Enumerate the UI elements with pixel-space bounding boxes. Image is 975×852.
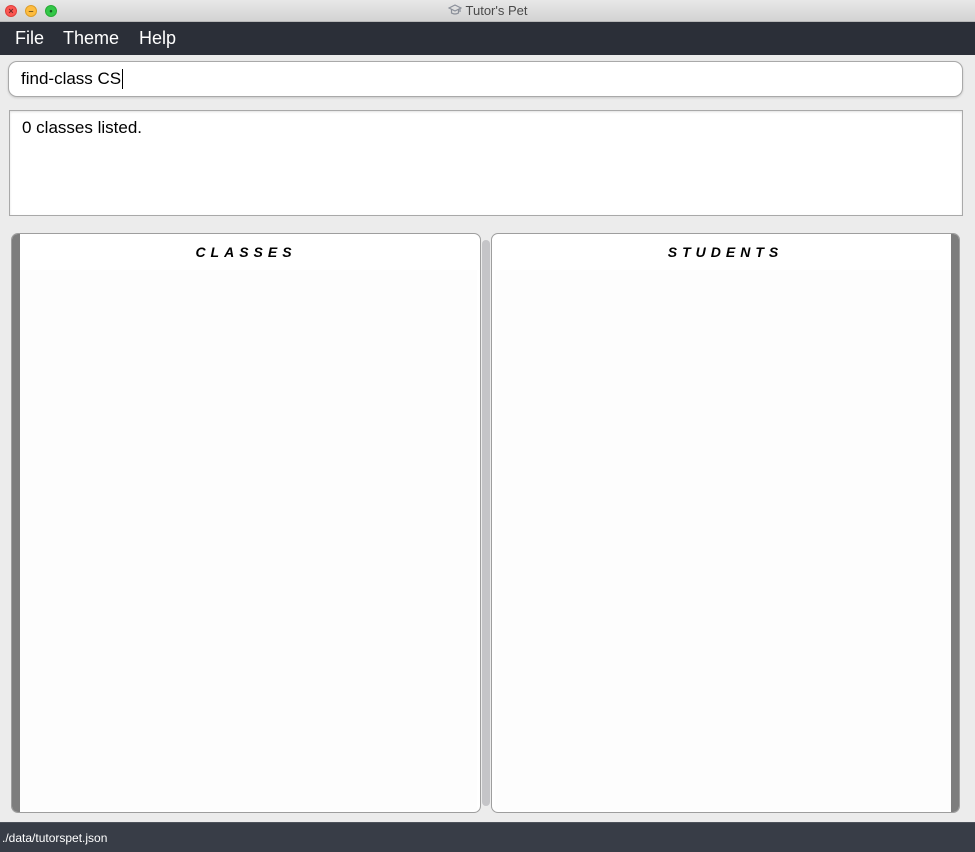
- classes-list[interactable]: [20, 270, 477, 810]
- classes-panel: CLASSES: [11, 233, 481, 813]
- text-caret: [122, 68, 124, 89]
- classes-panel-header: CLASSES: [195, 244, 297, 260]
- graduation-cap-icon: [447, 4, 462, 15]
- menu-file[interactable]: File: [15, 22, 44, 55]
- menu-help[interactable]: Help: [139, 22, 176, 55]
- command-input[interactable]: find-class CS: [8, 61, 963, 97]
- window-title: Tutor's Pet: [465, 3, 528, 18]
- students-panel: STUDENTS: [491, 233, 960, 813]
- menu-bar: File Theme Help: [0, 22, 975, 55]
- title-bar[interactable]: × – • Tutor's Pet: [0, 0, 975, 22]
- save-file-path: ./data/tutorspet.json: [2, 831, 108, 845]
- split-pane-divider[interactable]: [482, 240, 490, 806]
- command-value: find-class CS: [21, 69, 122, 88]
- command-input-text[interactable]: find-class CS: [21, 62, 124, 96]
- students-list[interactable]: [495, 270, 951, 810]
- app-window: × – • Tutor's Pet File Theme Help find-c…: [0, 0, 975, 852]
- result-message: 0 classes listed.: [22, 118, 142, 137]
- students-panel-accent-bar: [951, 234, 959, 812]
- status-bar: ./data/tutorspet.json: [0, 822, 975, 852]
- students-panel-header: STUDENTS: [667, 244, 784, 260]
- menu-theme[interactable]: Theme: [63, 22, 119, 55]
- window-title-group: Tutor's Pet: [0, 0, 975, 22]
- result-display[interactable]: 0 classes listed.: [9, 110, 963, 216]
- classes-panel-accent-bar: [12, 234, 20, 812]
